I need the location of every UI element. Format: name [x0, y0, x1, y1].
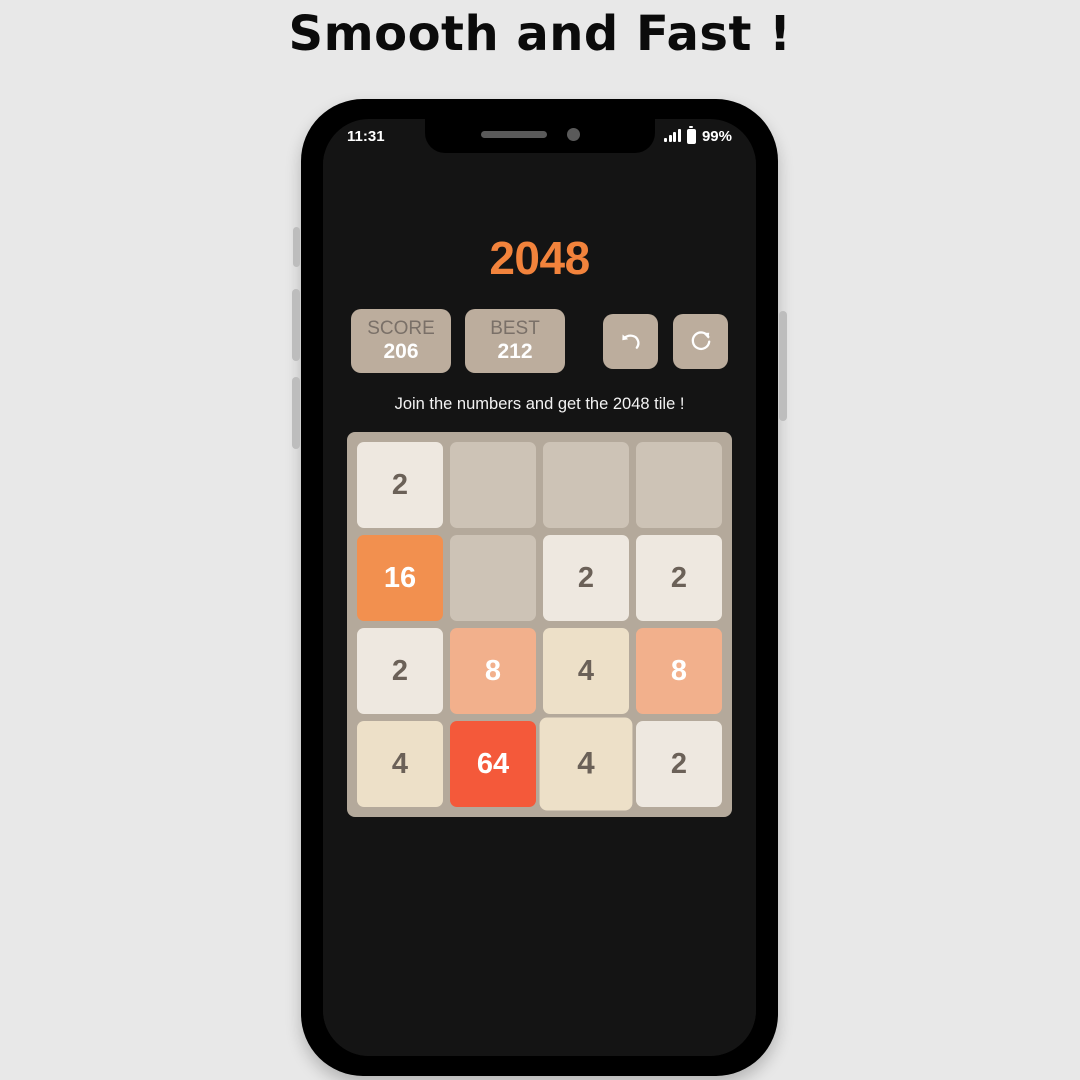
battery-icon [686, 128, 696, 144]
signal-bars-icon [664, 129, 681, 142]
empty-cell [450, 442, 536, 528]
game-logo: 2048 [489, 232, 590, 284]
score-label: SCORE [367, 318, 435, 339]
silence-switch[interactable] [293, 227, 300, 267]
tile: 2 [543, 535, 629, 621]
phone-device: 11:31 99% 2048 SCORE 206 BEST 212 Join t… [292, 99, 787, 1076]
empty-cell [543, 442, 629, 528]
tile: 2 [636, 721, 722, 807]
phone-screen: 11:31 99% 2048 SCORE 206 BEST 212 Join t… [323, 119, 756, 1056]
tile: 64 [450, 721, 536, 807]
tagline: Join the numbers and get the 2048 tile ! [394, 395, 685, 413]
best-value: 212 [497, 339, 533, 363]
game-app: 2048 SCORE 206 BEST 212 Join the numbers… [323, 153, 756, 1056]
battery-percent: 99% [701, 127, 732, 145]
best-label: BEST [490, 318, 540, 339]
tile: 4 [539, 717, 633, 811]
score-value: 206 [383, 339, 419, 363]
volume-up-button[interactable] [292, 289, 300, 361]
undo-button[interactable] [603, 313, 658, 369]
page-root: Smooth and Fast ! 11:31 99% 2048 SCORE 2… [0, 0, 1080, 1080]
volume-down-button[interactable] [292, 377, 300, 449]
front-camera-icon [566, 128, 580, 141]
tile: 8 [636, 628, 722, 714]
restart-button[interactable] [673, 313, 728, 369]
status-right-group: 99% [664, 128, 732, 145]
score-box: SCORE 206 [351, 309, 451, 373]
tile: 4 [543, 628, 629, 714]
controls-bar: SCORE 206 BEST 212 [323, 309, 756, 373]
empty-cell [450, 535, 536, 621]
power-button[interactable] [779, 311, 787, 421]
tile: 16 [357, 535, 443, 621]
tile: 2 [636, 535, 722, 621]
undo-icon [618, 328, 644, 354]
notch [424, 119, 655, 153]
earpiece-speaker-icon [480, 131, 547, 138]
empty-cell [636, 442, 722, 528]
restart-icon [688, 328, 714, 354]
tile: 4 [357, 721, 443, 807]
tile: 8 [450, 628, 536, 714]
page-title: Smooth and Fast ! [288, 6, 792, 62]
game-board[interactable]: 2 16 2 2 2 8 4 8 4 64 4 2 [347, 432, 732, 817]
tile: 2 [357, 628, 443, 714]
best-box: BEST 212 [465, 309, 565, 373]
status-time: 11:31 [347, 127, 385, 145]
tile: 2 [357, 442, 443, 528]
